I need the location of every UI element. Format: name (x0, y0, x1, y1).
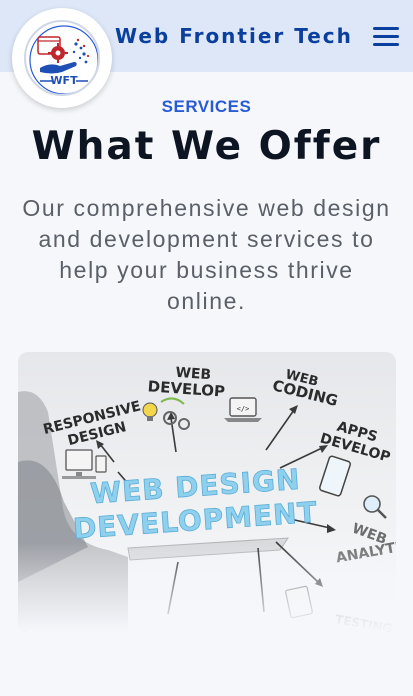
brand-title[interactable]: Web Frontier Tech (115, 24, 353, 48)
logo-badge: WFT (24, 20, 100, 96)
lightbulb-icon (142, 402, 158, 421)
label-web-develop-2: DEVELOP (147, 377, 225, 400)
hamburger-icon[interactable] (373, 26, 399, 46)
section-heading: What We Offer (31, 124, 382, 169)
logo[interactable]: WFT (12, 8, 112, 108)
gears-icon (163, 411, 190, 430)
svg-text:WFT: WFT (50, 74, 78, 87)
logo-icon: WFT (29, 25, 98, 94)
svg-text:</>: </> (237, 405, 250, 413)
checklist-icon (285, 585, 313, 619)
laptop-code-icon: </> (224, 397, 262, 422)
web-design-illustration: </> WEB DEVELOP WEB CODING RESPONSIVE DE… (18, 365, 396, 632)
section-description: Our comprehensive web design and develop… (22, 195, 391, 314)
phone-icon (319, 455, 351, 497)
services-hero-image: </> WEB DEVELOP WEB CODING RESPONSIVE DE… (18, 352, 396, 632)
magnifier-icon (363, 495, 387, 519)
label-analytics-2: ANALYTIC (335, 538, 396, 567)
label-testing: TESTING (334, 612, 393, 632)
devices-icon (62, 449, 107, 479)
site-header: WFT Web Frontier Tech (0, 0, 413, 108)
